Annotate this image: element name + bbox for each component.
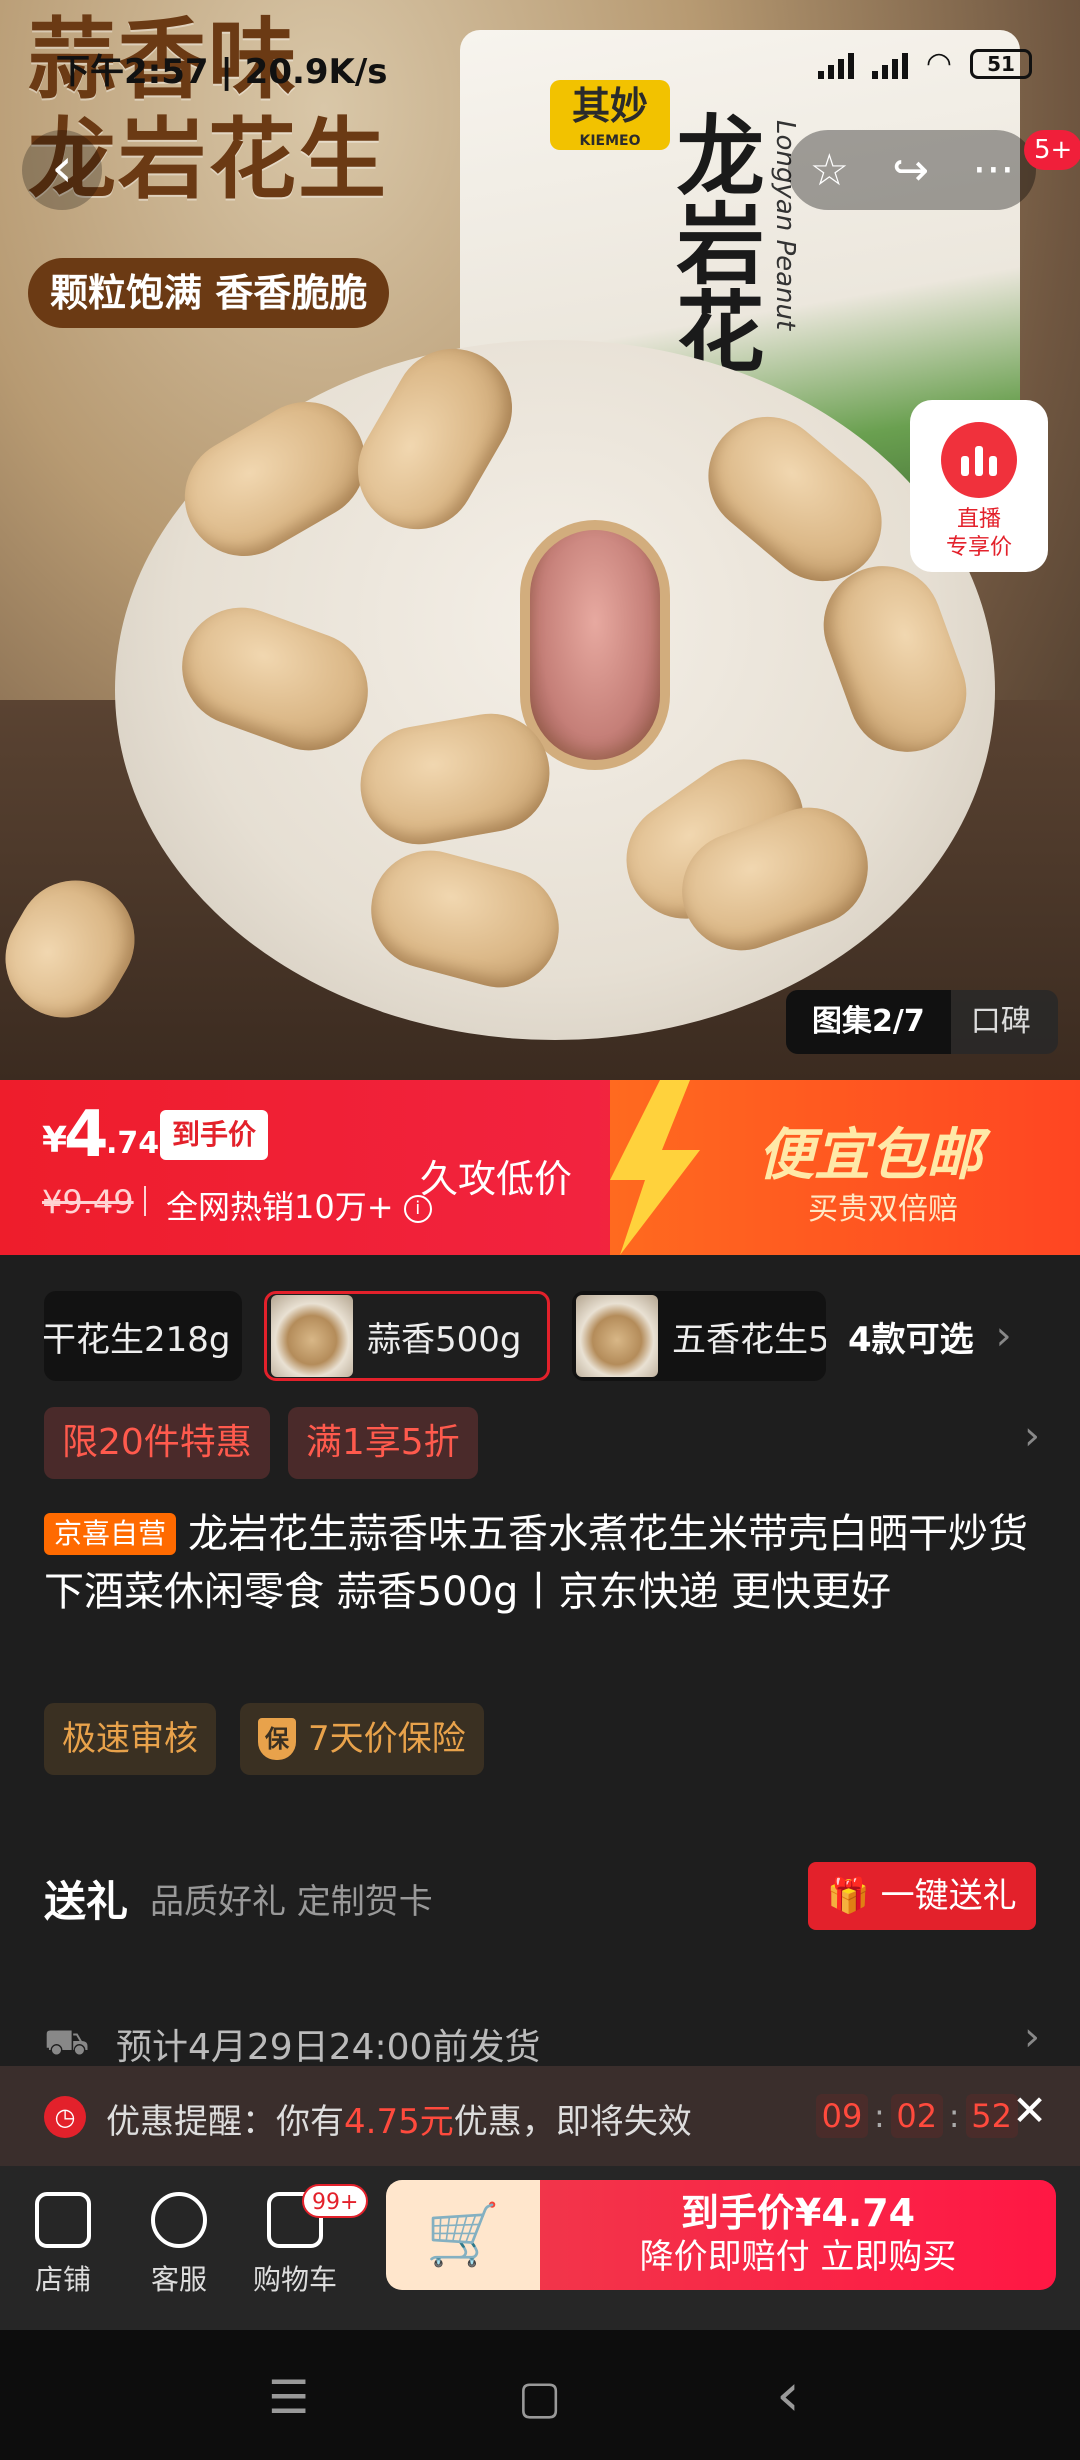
variant-option-selected[interactable]: 蒜香500g (264, 1291, 550, 1381)
wifi-icon: ◠ (925, 46, 952, 81)
chevron-right-icon[interactable]: › (1024, 1413, 1040, 1459)
original-price: ¥9.49 (42, 1183, 134, 1221)
promo-headline: 便宜包邮 (758, 1123, 982, 1188)
home-icon[interactable]: ▢ (518, 2370, 561, 2424)
status-time: 下午2:57 | 20.9K/s (56, 52, 388, 92)
price-integer: 4 (64, 1098, 109, 1172)
fast-review-chip[interactable]: 极速审核 (44, 1703, 216, 1775)
menu-icon[interactable]: ☰ (268, 2370, 309, 2424)
countdown-timer: 09: 02: 52 (816, 2094, 1018, 2138)
variant-label: 蒜香500g (367, 1319, 522, 1360)
gallery-tabs: 图集2/7 口碑 (786, 990, 1058, 1054)
price-tag: 到手价 (160, 1110, 269, 1160)
chip-label: 极速审核 (62, 1719, 198, 1759)
status-bar: 下午2:57 | 20.9K/s ◠ 51 (0, 0, 1080, 130)
battery-icon: 51 (970, 48, 1032, 79)
customer-service-button[interactable]: 客服 (124, 2180, 234, 2298)
live-label: 直播 (956, 507, 1001, 532)
discount-reminder: ◷ 优惠提醒：你有4.75元优惠，即将失效 09: 02: 52 ✕ (0, 2066, 1080, 2166)
back-icon[interactable]: ‹ (776, 2360, 800, 2430)
price-slogan: 久攻低价 (420, 1157, 573, 1201)
back-button[interactable]: ‹ (22, 130, 102, 210)
chat-icon (151, 2192, 207, 2248)
variant-label: 干花生218g (44, 1319, 231, 1360)
shop-button[interactable]: 店铺 (8, 2180, 118, 2298)
cart-label: 购物车 (252, 2263, 337, 2296)
price-decimal: .74 (106, 1126, 160, 1161)
self-operated-badge: 京喜自营 (44, 1513, 177, 1555)
add-cart-icon: 🛒 (425, 2200, 501, 2270)
live-sublabel: 专享价 (945, 535, 1012, 560)
store-icon (35, 2192, 91, 2248)
shield-icon: 保 (258, 1718, 296, 1760)
variant-option[interactable]: 五香花生5 (572, 1291, 826, 1381)
add-to-cart-button[interactable]: 🛒 (386, 2180, 540, 2290)
timer-minutes: 02 (890, 2094, 943, 2138)
sales-count: 全网热销10万+ i (166, 1182, 432, 1228)
product-info: 干花生218g 蒜香500g 五香花生5 4款可选 › 限20件特惠 满1享5折… (0, 1255, 1080, 1810)
cart-badge: 99+ (302, 2184, 369, 2218)
gift-heading: 送礼 (44, 1877, 129, 1926)
product-page: 其妙 KIEMEO 龙岩花生 Longyan Peanut 蒜香味 龙岩花生 颗粒饱… (0, 0, 1080, 2460)
favorite-icon[interactable]: ☆ (810, 145, 849, 196)
message-badge: 5+ (1024, 130, 1080, 170)
bottom-action-bar: 店铺 客服 购物车 99+ 🛒 到手价¥4.74 降价即赔付 立即购买 (0, 2166, 1080, 2330)
price-protect-chip[interactable]: 保 7天价保险 (240, 1703, 484, 1775)
truck-icon: ⛟ (44, 2022, 90, 2063)
signal-icon (817, 49, 854, 79)
variant-count[interactable]: 4款可选 (848, 1312, 974, 1361)
send-gift-button[interactable]: 🎁 一键送礼 (808, 1862, 1036, 1930)
status-icons: ◠ 51 (817, 46, 1032, 81)
promo-subline: 买贵双倍赔 (808, 1192, 958, 1227)
more-icon[interactable]: ··· (972, 145, 1014, 196)
clock-icon: ◷ (44, 2096, 86, 2138)
variant-thumbnail (576, 1295, 658, 1377)
chevron-right-icon[interactable]: › (996, 1313, 1012, 1359)
hero-pill: 颗粒饱满 香香脆脆 (28, 258, 390, 328)
buy-now-label: 降价即赔付 立即购买 (639, 2237, 957, 2277)
service-chips: 极速审核 保 7天价保险 (44, 1703, 484, 1775)
promo-tags: 限20件特惠 满1享5折 (44, 1407, 478, 1479)
action-group: ☆ ↪ ··· (788, 130, 1036, 210)
lightning-icon (610, 1080, 700, 1255)
variant-option[interactable]: 干花生218g (44, 1291, 242, 1381)
tab-reviews[interactable]: 口碑 (951, 990, 1051, 1054)
buy-now-button[interactable]: 到手价¥4.74 降价即赔付 立即购买 (540, 2180, 1056, 2290)
variant-selector: 干花生218g 蒜香500g 五香花生5 4款可选 › (44, 1291, 1034, 1381)
system-nav-bar: ☰ ▢ ‹ (0, 2330, 1080, 2460)
signal-icon (871, 49, 908, 79)
live-button[interactable]: 直播 专享价 (910, 400, 1048, 572)
cart-button[interactable]: 购物车 99+ (240, 2180, 369, 2298)
live-icon (941, 422, 1017, 498)
variant-label: 五香花生5 (672, 1319, 826, 1360)
timer-seconds: 52 (965, 2094, 1018, 2138)
reminder-text: 优惠提醒：你有4.75元优惠，即将失效 (106, 2102, 692, 2142)
promo-tag[interactable]: 限20件特惠 (44, 1407, 270, 1479)
shipping-text: 预计4月29日24:00前发货 (116, 2027, 541, 2068)
promo-tag[interactable]: 满1享5折 (287, 1407, 478, 1479)
tab-gallery[interactable]: 图集2/7 (786, 990, 951, 1054)
peanut-open (520, 520, 670, 770)
gift-subtitle: 品质好礼 定制贺卡 (150, 1882, 433, 1922)
price-banner: ¥ 4 .74 到手价 ¥9.49 全网热销10万+ i 久攻低价 便宜包邮 买… (0, 1080, 1080, 1255)
send-gift-label: 一键送礼 (880, 1876, 1017, 1916)
purchase-cta: 🛒 到手价¥4.74 降价即赔付 立即购买 (386, 2180, 1056, 2290)
chevron-right-icon: › (1024, 2014, 1040, 2060)
chip-label: 7天价保险 (308, 1719, 466, 1759)
share-icon[interactable]: ↪ (892, 145, 929, 196)
service-label: 客服 (150, 2263, 207, 2296)
timer-hours: 09 (816, 2094, 868, 2138)
close-icon[interactable]: ✕ (1012, 2086, 1047, 2135)
variant-thumbnail (271, 1295, 353, 1377)
shop-label: 店铺 (34, 2263, 91, 2296)
buy-now-price: 到手价¥4.74 (680, 2191, 916, 2235)
product-title: 京喜自营 龙岩花生蒜香味五香水煮花生米带壳白晒干炒货下酒菜休闲零食 蒜香500g丨… (44, 1505, 1044, 1621)
divider (144, 1186, 146, 1216)
gift-icon: 🎁 (827, 1876, 870, 1916)
gift-section: 送礼 品质好礼 定制贺卡 🎁 一键送礼 (0, 1828, 1080, 1962)
product-title-text: 龙岩花生蒜香味五香水煮花生米带壳白晒干炒货下酒菜休闲零食 蒜香500g丨京东快递… (44, 1511, 1029, 1615)
